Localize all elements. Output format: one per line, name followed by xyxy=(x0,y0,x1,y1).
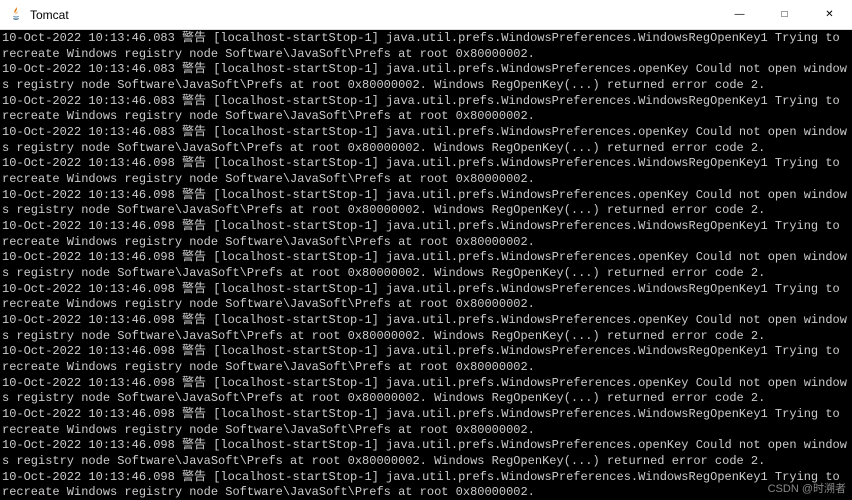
maximize-button[interactable]: □ xyxy=(762,0,807,29)
minimize-button[interactable]: — xyxy=(717,0,762,29)
window-titlebar: Tomcat — □ ✕ xyxy=(0,0,852,30)
java-icon xyxy=(8,7,24,23)
window-title: Tomcat xyxy=(30,8,69,22)
titlebar-left: Tomcat xyxy=(8,7,69,23)
close-button[interactable]: ✕ xyxy=(807,0,852,29)
window-controls: — □ ✕ xyxy=(717,0,852,29)
console-output[interactable]: 10-Oct-2022 10:13:46.083 警告 [localhost-s… xyxy=(0,30,852,500)
